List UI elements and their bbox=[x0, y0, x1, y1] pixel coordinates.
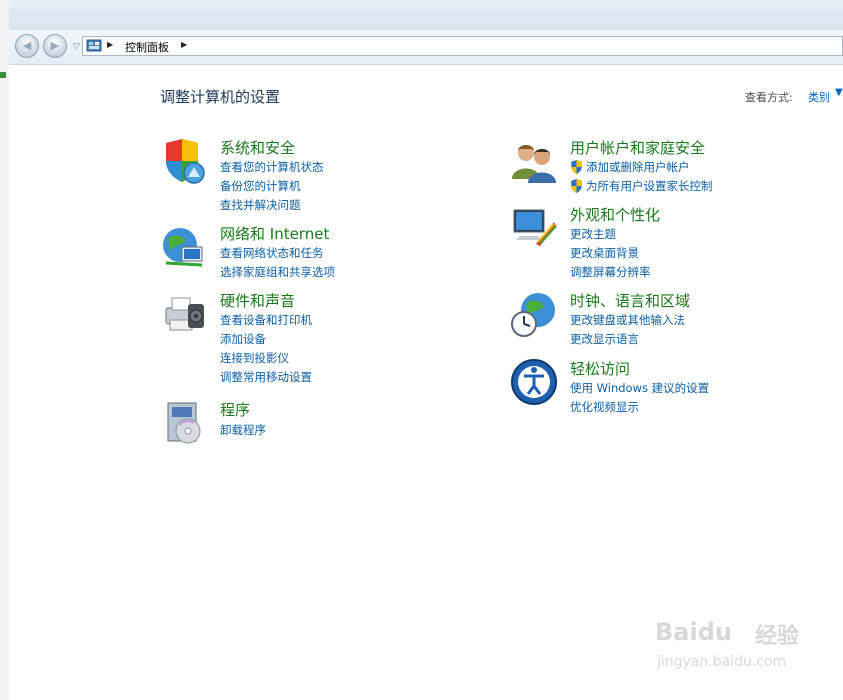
page-title: 调整计算机的设置 bbox=[160, 88, 281, 106]
title-bar bbox=[9, 0, 843, 31]
link-change-keyboard-input[interactable]: 更改键盘或其他输入法 bbox=[570, 312, 685, 328]
link-connect-projector[interactable]: 连接到投影仪 bbox=[220, 350, 289, 366]
link-optimize-video-display[interactable]: 优化视频显示 bbox=[570, 399, 639, 415]
uac-shield-icon bbox=[571, 160, 582, 174]
control-panel-icon bbox=[86, 39, 102, 52]
network-globe-icon[interactable] bbox=[160, 223, 208, 271]
category-programs: 程序 卸载程序 bbox=[160, 399, 460, 447]
link-view-computer-status[interactable]: 查看您的计算机状态 bbox=[220, 159, 324, 175]
link-screen-resolution[interactable]: 调整屏幕分辨率 bbox=[570, 264, 651, 280]
back-arrow-icon: ◀ bbox=[22, 39, 32, 52]
category-title[interactable]: 外观和个性化 bbox=[570, 204, 660, 225]
category-clock-language-region: 时钟、语言和区域 更改键盘或其他输入法 更改显示语言 bbox=[510, 290, 830, 350]
edge-marker bbox=[0, 72, 6, 78]
watermark-brand-cn: 经验 bbox=[755, 624, 800, 649]
category-ease-of-access: 轻松访问 使用 Windows 建议的设置 优化视频显示 bbox=[510, 358, 830, 418]
category-network-internet: 网络和 Internet 查看网络状态和任务 选择家庭组和共享选项 bbox=[160, 223, 460, 283]
recent-pages-chevron-icon[interactable]: ▽ bbox=[73, 42, 80, 52]
category-title[interactable]: 程序 bbox=[220, 399, 250, 420]
appearance-monitor-icon[interactable] bbox=[510, 204, 558, 252]
category-title[interactable]: 轻松访问 bbox=[570, 358, 630, 379]
printer-icon[interactable] bbox=[160, 290, 208, 338]
baidu-watermark: Baidu 经验 jingyan.baidu.com bbox=[649, 610, 843, 690]
forward-arrow-icon: ▶ bbox=[50, 39, 60, 52]
link-add-remove-user[interactable]: 添加或删除用户帐户 bbox=[586, 159, 690, 175]
breadcrumb-control-panel[interactable]: 控制面板 bbox=[125, 39, 169, 55]
link-desktop-background[interactable]: 更改桌面背景 bbox=[570, 245, 639, 261]
link-recommended-settings[interactable]: 使用 Windows 建议的设置 bbox=[570, 380, 709, 396]
category-appearance: 外观和个性化 更改主题 更改桌面背景 调整屏幕分辨率 bbox=[510, 204, 830, 279]
link-add-device[interactable]: 添加设备 bbox=[220, 331, 266, 347]
watermark-brand: Baidu bbox=[655, 618, 732, 646]
breadcrumb-chevron-icon[interactable]: ▶ bbox=[181, 40, 187, 49]
users-icon[interactable] bbox=[510, 137, 558, 185]
link-change-display-language[interactable]: 更改显示语言 bbox=[570, 331, 639, 347]
category-title[interactable]: 网络和 Internet bbox=[220, 223, 329, 244]
category-title[interactable]: 时钟、语言和区域 bbox=[570, 290, 690, 311]
back-button[interactable]: ◀ bbox=[15, 34, 39, 58]
link-change-theme[interactable]: 更改主题 bbox=[570, 226, 616, 242]
link-mobility-settings[interactable]: 调整常用移动设置 bbox=[220, 369, 312, 385]
ease-of-access-icon[interactable] bbox=[510, 358, 558, 406]
view-by-label: 查看方式: bbox=[745, 91, 793, 104]
category-system-security: 系统和安全 查看您的计算机状态 备份您的计算机 查找并解决问题 bbox=[160, 137, 460, 212]
category-hardware-sound: 硬件和声音 查看设备和打印机 添加设备 连接到投影仪 调整常用移动设置 bbox=[160, 290, 460, 384]
main-content: 调整计算机的设置 查看方式: 类别 ▼ 系统和安全 查看您的计算机状态 备份您的… bbox=[9, 65, 843, 700]
dropdown-chevron-icon[interactable]: ▼ bbox=[835, 87, 843, 98]
view-by-dropdown[interactable]: 类别 bbox=[808, 89, 830, 105]
link-devices-printers[interactable]: 查看设备和打印机 bbox=[220, 312, 312, 328]
category-title[interactable]: 硬件和声音 bbox=[220, 290, 295, 311]
navigation-bar: ◀ ▶ ▽ ▶ 控制面板 ▶ bbox=[9, 30, 843, 65]
link-homegroup-sharing[interactable]: 选择家庭组和共享选项 bbox=[220, 264, 335, 280]
category-user-accounts: 用户帐户和家庭安全 添加或删除用户帐户 为所有用户设置家长控制 bbox=[510, 137, 830, 197]
control-panel-window: ◀ ▶ ▽ ▶ 控制面板 ▶ 调整计算机的设置 查看方式: 类别 ▼ 系统和安全… bbox=[9, 0, 843, 700]
programs-disc-icon[interactable] bbox=[160, 399, 208, 447]
category-title[interactable]: 用户帐户和家庭安全 bbox=[570, 137, 705, 158]
category-title[interactable]: 系统和安全 bbox=[220, 137, 295, 158]
link-uninstall-program[interactable]: 卸载程序 bbox=[220, 422, 266, 438]
watermark-url: jingyan.baidu.com bbox=[657, 654, 787, 670]
link-parental-controls[interactable]: 为所有用户设置家长控制 bbox=[586, 178, 713, 194]
clock-globe-icon[interactable] bbox=[510, 290, 558, 338]
link-network-status[interactable]: 查看网络状态和任务 bbox=[220, 245, 324, 261]
security-shield-icon[interactable] bbox=[160, 137, 208, 185]
uac-shield-icon bbox=[571, 179, 582, 193]
link-troubleshoot[interactable]: 查找并解决问题 bbox=[220, 197, 301, 213]
address-bar[interactable]: ▶ 控制面板 ▶ bbox=[82, 36, 843, 56]
link-backup-computer[interactable]: 备份您的计算机 bbox=[220, 178, 301, 194]
forward-button[interactable]: ▶ bbox=[43, 34, 67, 58]
breadcrumb-separator-icon[interactable]: ▶ bbox=[107, 40, 113, 49]
